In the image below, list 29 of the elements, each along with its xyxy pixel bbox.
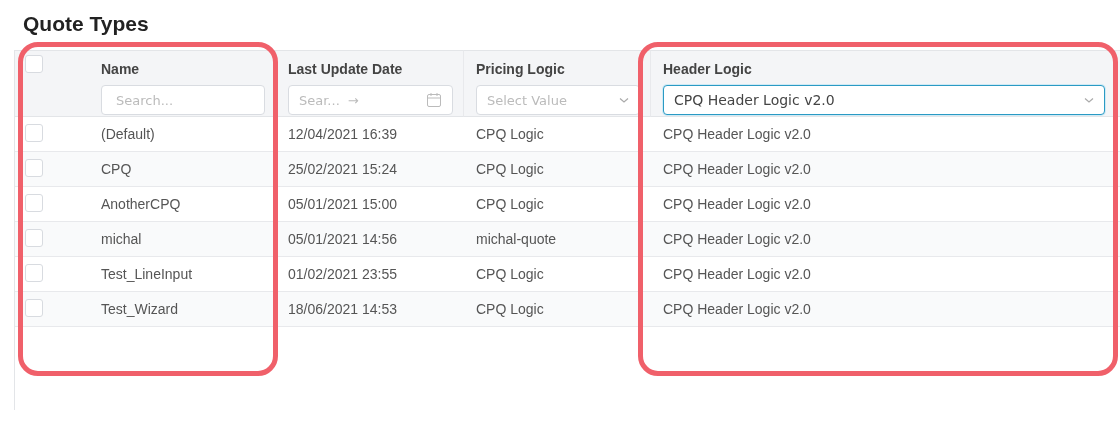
chevron-down-icon [1084, 96, 1094, 104]
row-checkbox[interactable] [25, 124, 43, 142]
table-cell: CPQ Logic [464, 292, 651, 327]
chevron-down-icon [619, 96, 629, 104]
table-cell: CPQ Header Logic v2.0 [651, 292, 1116, 327]
search-field[interactable]: Search... [101, 85, 265, 115]
page-title: Quote Types [23, 12, 149, 37]
table-cell: CPQ Header Logic v2.0 [651, 152, 1116, 187]
row-checkbox[interactable] [25, 229, 43, 247]
table-cell: CPQ Logic [464, 152, 651, 187]
row-checkbox[interactable] [25, 159, 43, 177]
column-header[interactable]: Pricing Logic [476, 61, 565, 79]
table-cell: CPQ [89, 152, 276, 187]
column-header[interactable]: Name [101, 61, 140, 79]
row-checkbox[interactable] [25, 299, 43, 317]
table-cell: 18/06/2021 14:53 [276, 292, 464, 327]
row-checkbox[interactable] [25, 264, 43, 282]
table-cell: 05/01/2021 14:56 [276, 222, 464, 257]
table-cell: CPQ Header Logic v2.0 [651, 222, 1116, 257]
table-cell: Test_Wizard [89, 292, 276, 327]
column-header[interactable]: Last Update Date [288, 61, 403, 79]
select-all-checkbox[interactable] [25, 55, 43, 73]
table-cell: 25/02/2021 15:24 [276, 152, 464, 187]
calendar-icon [426, 92, 442, 108]
table-cell: michal-quote [464, 222, 651, 257]
column-header[interactable]: Header Logic [663, 61, 752, 79]
table-cell: michal [89, 222, 276, 257]
row-checkbox[interactable] [25, 194, 43, 212]
select-field[interactable]: CPQ Header Logic v2.0 [663, 85, 1105, 115]
